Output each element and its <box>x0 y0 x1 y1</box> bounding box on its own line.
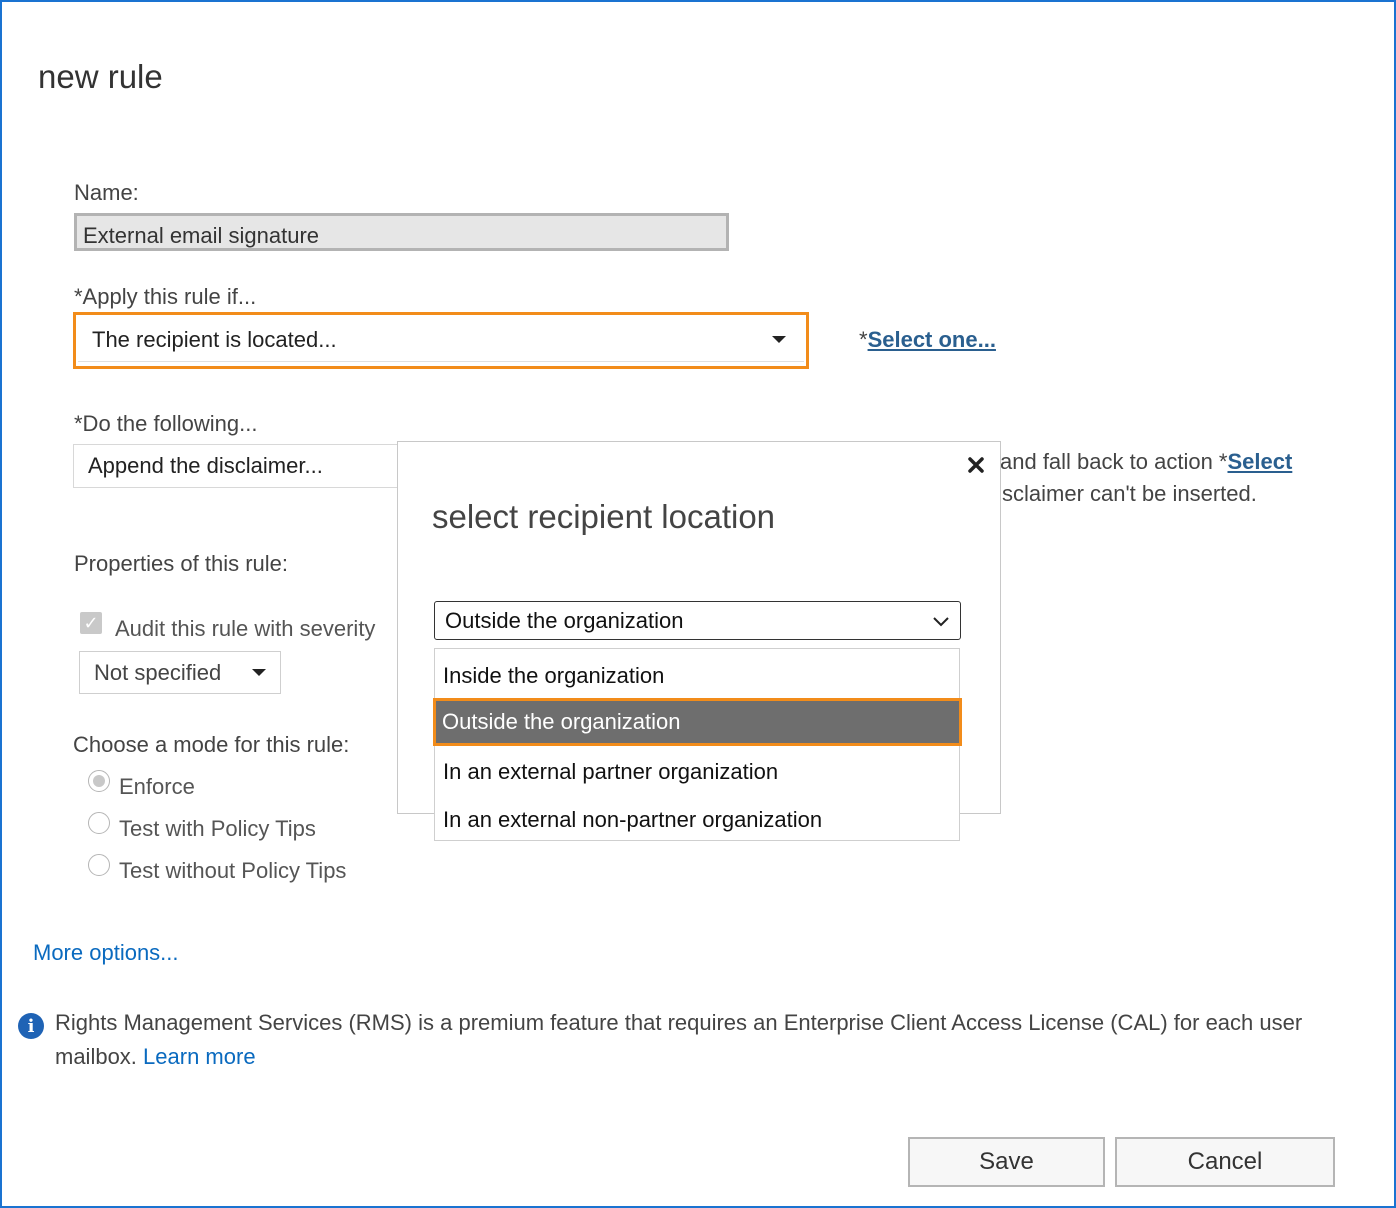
fallback-label: and fall back to action <box>1000 449 1219 474</box>
radio-test-without-tips[interactable] <box>88 854 110 876</box>
chevron-down-icon <box>252 669 266 676</box>
mode-label: Choose a mode for this rule: <box>73 732 350 757</box>
audit-checkbox[interactable]: ✓ <box>80 612 102 634</box>
cancel-button[interactable]: Cancel <box>1115 1137 1335 1187</box>
apply-rule-label: *Apply this rule if... <box>74 284 257 309</box>
select-one-link[interactable]: Select one... <box>868 327 996 352</box>
fallback-text-line2: sclaimer can't be inserted. <box>1002 481 1257 506</box>
page-title: new rule <box>38 58 163 95</box>
do-following-value: Append the disclaimer... <box>88 453 323 478</box>
mode-option-label: Enforce <box>119 774 195 799</box>
rms-info-text-line2: mailbox. Learn more <box>55 1044 256 1070</box>
learn-more-link[interactable]: Learn more <box>143 1044 256 1069</box>
info-icon: i <box>18 1013 44 1039</box>
severity-dropdown[interactable]: Not specified <box>79 651 281 694</box>
fallback-select-link[interactable]: Select <box>1227 449 1292 474</box>
do-following-dropdown[interactable]: Append the disclaimer... <box>73 444 403 488</box>
more-options-link[interactable]: More options... <box>33 940 179 966</box>
radio-test-with-tips[interactable] <box>88 812 110 834</box>
option-inside-org[interactable]: Inside the organization <box>435 652 959 700</box>
rms-info-tail: mailbox. <box>55 1044 137 1069</box>
modal-title: select recipient location <box>432 498 776 535</box>
select-one-container: *Select one... <box>859 327 996 353</box>
mode-option-label: Test without Policy Tips <box>119 858 347 883</box>
apply-rule-value: The recipient is located... <box>92 326 337 352</box>
properties-label: Properties of this rule: <box>74 551 288 576</box>
chevron-down-icon <box>772 336 786 343</box>
option-external-partner[interactable]: In an external partner organization <box>435 748 959 796</box>
name-label: Name: <box>74 180 139 205</box>
close-icon[interactable] <box>965 454 987 476</box>
radio-enforce[interactable] <box>88 770 110 792</box>
required-marker: * <box>859 327 868 352</box>
location-options-list: Inside the organization Outside the orga… <box>433 648 962 844</box>
audit-label: Audit this rule with severity <box>115 616 376 641</box>
mode-option-label: Test with Policy Tips <box>119 816 316 841</box>
name-field[interactable]: External email signature <box>74 213 729 251</box>
save-button[interactable]: Save <box>908 1137 1105 1187</box>
radio-selected-dot <box>93 775 105 787</box>
location-select-value: Outside the organization <box>445 607 684 633</box>
option-external-non-partner[interactable]: In an external non-partner organization <box>435 796 959 844</box>
fallback-text: and fall back to action *Select <box>1000 449 1292 475</box>
rms-info-text: Rights Management Services (RMS) is a pr… <box>55 1010 1303 1035</box>
option-outside-org[interactable]: Outside the organization <box>433 698 962 746</box>
severity-value: Not specified <box>94 659 222 685</box>
chevron-down-icon <box>932 608 950 634</box>
location-select[interactable]: Outside the organization <box>434 601 961 640</box>
apply-rule-dropdown[interactable]: The recipient is located... <box>78 318 804 362</box>
do-following-label: *Do the following... <box>74 411 258 436</box>
